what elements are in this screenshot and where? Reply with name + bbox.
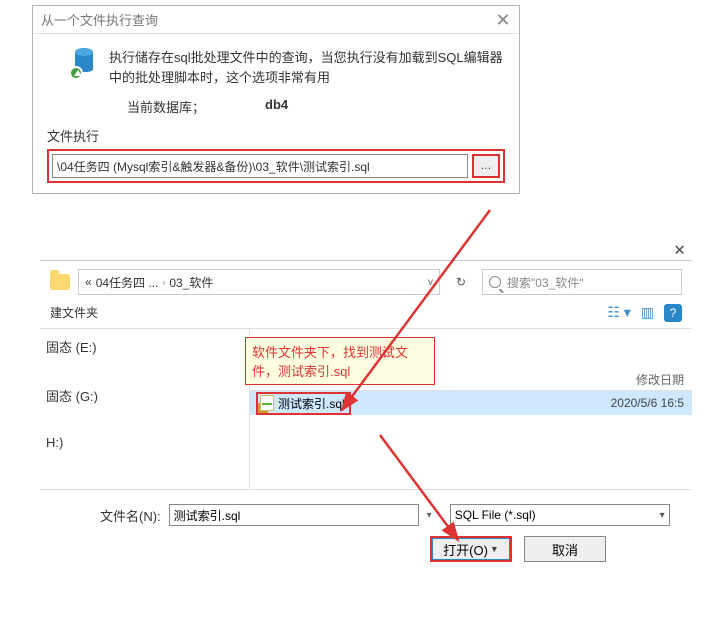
dialog-titlebar: 从一个文件执行查询 ✕ — [33, 6, 519, 34]
chevron-down-icon[interactable]: ▾ — [427, 510, 432, 521]
browse-button[interactable]: … — [472, 154, 500, 178]
close-icon[interactable]: ✕ — [495, 12, 511, 28]
drive-item[interactable]: 固态 (G:) — [40, 382, 249, 409]
file-open-dialog: + « 04任务四 ... › 03_软件 v ↻ 搜索"03_软件" 建文件夹… — [40, 260, 692, 580]
breadcrumb-prefix: « — [85, 275, 92, 289]
breadcrumb-part2: 03_软件 — [169, 274, 213, 291]
chevron-down-icon[interactable]: v — [428, 277, 433, 288]
new-folder-link[interactable]: 建文件夹 — [50, 304, 98, 321]
chevron-down-icon: ▼ — [490, 544, 499, 554]
search-icon — [489, 276, 501, 288]
search-input[interactable]: 搜索"03_软件" — [482, 269, 682, 295]
ellipsis-icon: … — [481, 160, 492, 172]
open-button-label: 打开(O) — [443, 540, 488, 559]
help-icon: ? — [670, 306, 677, 320]
search-placeholder: 搜索"03_软件" — [507, 274, 584, 291]
callout-text: 软件文件夹下，找到测试文件，测试索引.sql — [252, 345, 408, 379]
open-button[interactable]: 打开(O) ▼ — [430, 536, 512, 562]
sidebar-item-label: 固态 (G:) — [46, 386, 98, 405]
sidebar-item-label: H:) — [46, 435, 63, 450]
database-icon — [71, 48, 97, 78]
drive-item[interactable]: H:) — [40, 431, 249, 454]
path-row-highlight: … — [47, 149, 505, 183]
execute-from-file-dialog: 从一个文件执行查询 ✕ 执行储存在sql批处理文件中的查询，当您执行没有加载到S… — [32, 5, 520, 194]
refresh-icon: ↻ — [456, 275, 466, 289]
view-list-icon[interactable]: ▥ — [641, 304, 654, 321]
sidebar-item-label: 固态 (E:) — [46, 337, 97, 356]
file-highlight-box: 测试索引.sql — [256, 392, 351, 415]
cancel-button-label: 取消 — [552, 540, 578, 559]
drive-sidebar: 固态 (E:) 固态 (G:) H:) — [40, 329, 250, 489]
file-path-input[interactable] — [52, 154, 468, 178]
breadcrumb-part1: 04任务四 ... — [96, 274, 159, 291]
dialog-message: 执行储存在sql批处理文件中的查询，当您执行没有加载到SQL编辑器中的批处理脚本… — [109, 48, 505, 87]
filetype-select[interactable]: SQL File (*.sql) ▾ — [450, 504, 670, 526]
file-name: 测试索引.sql — [278, 395, 345, 412]
file-exec-label: 文件执行 — [47, 126, 505, 145]
current-db-value: db4 — [265, 97, 288, 116]
folder-icon — [50, 274, 70, 290]
bottom-controls: 文件名(N): ▾ SQL File (*.sql) ▾ 打开(O) ▼ 取消 — [40, 489, 692, 580]
filename-label: 文件名(N): — [100, 506, 161, 525]
view-details-icon[interactable]: ☷ ▾ — [607, 304, 630, 321]
filename-input[interactable] — [169, 504, 419, 526]
close-icon[interactable]: + — [666, 236, 693, 263]
col-date-header[interactable]: 修改日期 — [562, 371, 692, 388]
current-db-label: 当前数据库； — [127, 97, 205, 116]
file-row[interactable]: 测试索引.sql 2020/5/6 16:5 — [250, 391, 692, 415]
cancel-button[interactable]: 取消 — [524, 536, 606, 562]
toolbar: 建文件夹 ☷ ▾ ▥ ? — [40, 297, 692, 329]
filetype-value: SQL File (*.sql) — [455, 508, 536, 522]
dialog-title: 从一个文件执行查询 — [41, 10, 158, 29]
drive-item[interactable]: 固态 (E:) — [40, 333, 249, 360]
chevron-down-icon: ▾ — [660, 510, 665, 521]
chevron-right-icon: › — [162, 277, 165, 287]
help-button[interactable]: ? — [664, 304, 682, 322]
file-date: 2020/5/6 16:5 — [562, 396, 692, 410]
address-bar-row: « 04任务四 ... › 03_软件 v ↻ 搜索"03_软件" — [40, 261, 692, 297]
refresh-button[interactable]: ↻ — [448, 269, 474, 295]
sql-file-icon — [260, 395, 274, 411]
breadcrumb[interactable]: « 04任务四 ... › 03_软件 v — [78, 269, 440, 295]
callout-annotation: 软件文件夹下，找到测试文件，测试索引.sql — [245, 337, 435, 385]
